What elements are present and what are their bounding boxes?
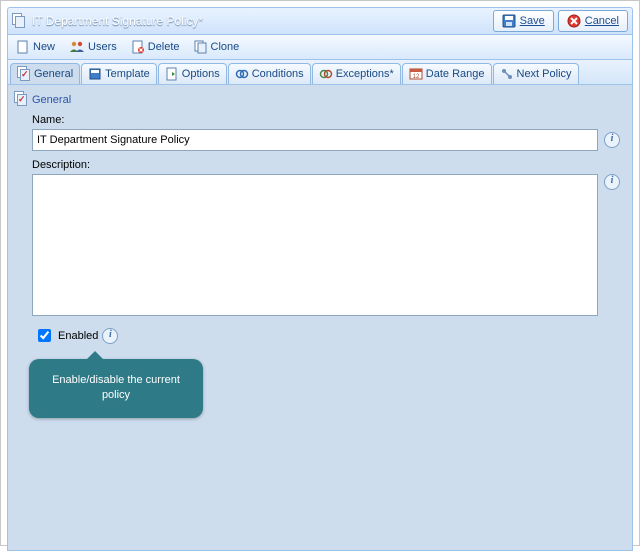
tab-exceptions-label: Exceptions* [336,68,394,80]
svg-text:12: 12 [412,74,419,80]
toolbar-users[interactable]: Users [65,38,121,56]
enabled-checkbox[interactable] [38,329,51,342]
description-textarea[interactable] [32,174,598,316]
name-label: Name: [32,114,620,126]
section-header-label: General [32,94,71,106]
tab-options[interactable]: Options [158,63,227,84]
general-tab-icon: ✓ [17,66,31,83]
toolbar-delete-label: Delete [148,41,180,53]
toolbar-clone-label: Clone [211,41,240,53]
options-tab-icon [165,67,179,81]
conditions-tab-icon [235,67,249,81]
enabled-label: Enabled [58,330,98,342]
toolbar-clone[interactable]: Clone [190,38,244,56]
info-icon[interactable]: i [604,174,620,190]
tab-exceptions[interactable]: Exceptions* [312,63,401,84]
info-icon[interactable]: i [102,328,118,344]
enabled-tooltip-text: Enable/disable the current policy [52,374,180,401]
date-range-tab-icon: 12 [409,67,423,81]
tab-template[interactable]: Template [81,63,157,84]
save-button[interactable]: Save [493,10,554,32]
clone-icon [194,40,208,54]
description-label: Description: [32,159,620,171]
tab-next-policy-label: Next Policy [517,68,572,80]
section-header: ✓ General [14,91,626,108]
template-tab-icon [88,67,102,81]
tab-template-label: Template [105,68,150,80]
exceptions-tab-icon [319,67,333,81]
toolbar-new[interactable]: New [12,38,59,56]
enabled-tooltip: Enable/disable the current policy [29,359,203,418]
next-policy-tab-icon [500,67,514,81]
tab-options-label: Options [182,68,220,80]
tab-date-range-label: Date Range [426,68,485,80]
tab-general[interactable]: ✓ General [10,63,80,84]
toolbar-users-label: Users [88,41,117,53]
tab-bar: ✓ General Template Options Conditions [7,60,633,85]
toolbar: New Users Delete Clone [7,35,633,60]
tab-date-range[interactable]: 12 Date Range [402,63,492,84]
tab-next-policy[interactable]: Next Policy [493,63,579,84]
users-icon [69,40,85,54]
tab-conditions-label: Conditions [252,68,304,80]
cancel-button-label: Cancel [585,15,619,27]
general-panel: ✓ General Name: i Description: i Enabled… [7,85,633,551]
delete-icon [131,40,145,54]
general-section-icon: ✓ [14,91,28,108]
save-button-label: Save [520,15,545,27]
window-title: IT Department Signature Policy* [32,14,203,28]
toolbar-delete[interactable]: Delete [127,38,184,56]
new-icon [16,40,30,54]
save-icon [502,14,516,28]
tab-general-label: General [34,68,73,80]
cancel-icon [567,14,581,28]
cancel-button[interactable]: Cancel [558,10,628,32]
info-icon[interactable]: i [604,132,620,148]
title-bar: IT Department Signature Policy* Save Can… [7,7,633,35]
toolbar-new-label: New [33,41,55,53]
name-input[interactable] [32,129,598,151]
tab-conditions[interactable]: Conditions [228,63,311,84]
policy-icon [12,13,26,30]
